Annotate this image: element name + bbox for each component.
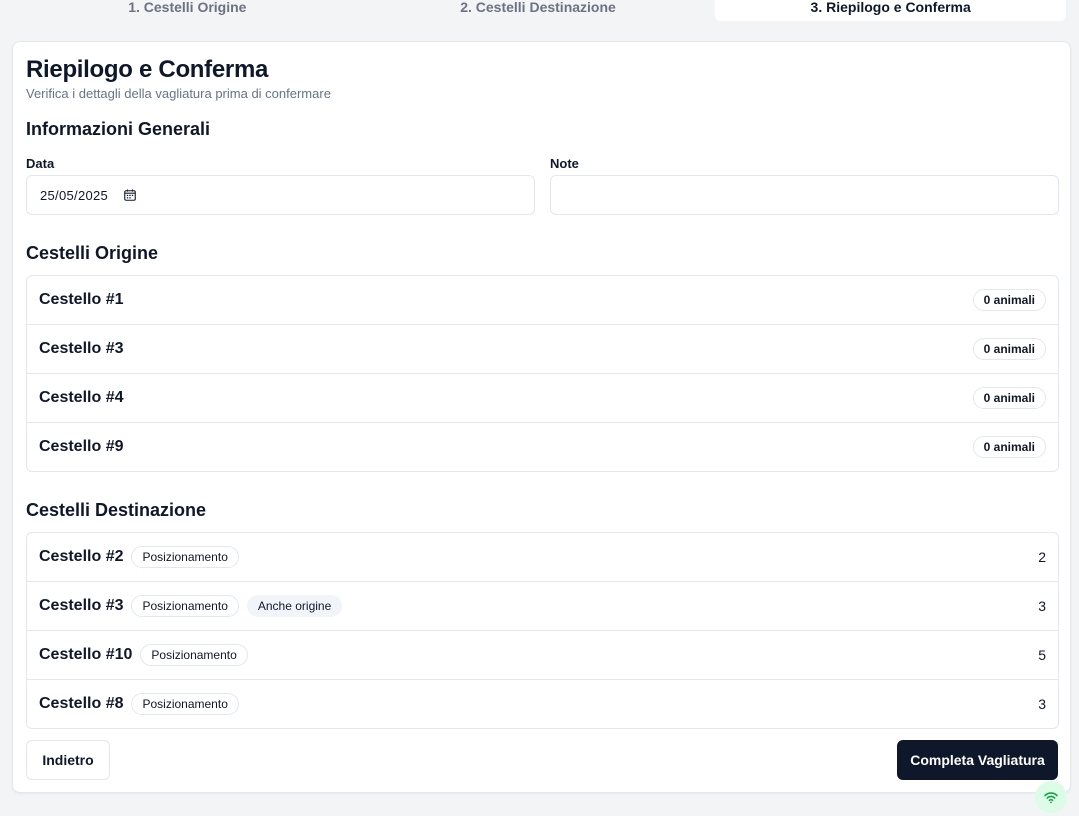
- list-item: Cestello #3 0 animali: [27, 325, 1058, 374]
- basket-count: 2: [1038, 549, 1046, 565]
- position-badge: Posizionamento: [131, 546, 239, 568]
- note-field[interactable]: [550, 175, 1059, 215]
- note-label: Note: [550, 156, 579, 171]
- basket-count: 3: [1038, 696, 1046, 712]
- position-badge: Posizionamento: [131, 693, 239, 715]
- basket-count: 3: [1038, 598, 1046, 614]
- date-value: 25/05/2025: [40, 187, 109, 203]
- complete-button[interactable]: Completa Vagliatura: [897, 740, 1058, 780]
- destination-list: Cestello #2 Posizionamento 2 Cestello #3…: [26, 532, 1059, 729]
- origin-heading: Cestelli Origine: [26, 243, 159, 263]
- back-button[interactable]: Indietro: [26, 740, 110, 780]
- basket-name: Cestello #3: [39, 597, 124, 614]
- list-item: Cestello #1 0 animali: [27, 276, 1058, 325]
- basket-name: Cestello #2: [39, 548, 124, 565]
- position-badge: Posizionamento: [131, 595, 239, 617]
- animal-count-badge: 0 animali: [972, 289, 1046, 311]
- list-item: Cestello #9 0 animali: [27, 423, 1058, 471]
- origin-list: Cestello #1 0 animali Cestello #3 0 anim…: [26, 275, 1059, 472]
- list-item: Cestello #8 Posizionamento 3: [27, 680, 1058, 728]
- date-label: Data: [26, 156, 55, 171]
- summary-card: Riepilogo e Conferma Verifica i dettagli…: [12, 41, 1071, 793]
- tab-summary-label: 3. Riepilogo e Conferma: [810, 0, 971, 15]
- list-item: Cestello #4 0 animali: [27, 374, 1058, 423]
- tab-origin-label: 1. Cestelli Origine: [128, 0, 247, 15]
- basket-name: Cestello #10: [39, 646, 133, 663]
- also-origin-badge: Anche origine: [246, 595, 343, 617]
- step-tabs: 1. Cestelli Origine 2. Cestelli Destinaz…: [12, 0, 1068, 21]
- animal-count-badge: 0 animali: [972, 338, 1046, 360]
- basket-name: Cestello #4: [39, 389, 124, 406]
- basket-name: Cestello #9: [39, 438, 124, 455]
- wifi-icon: [1035, 781, 1067, 813]
- tab-summary[interactable]: 3. Riepilogo e Conferma: [715, 0, 1067, 21]
- tab-origin[interactable]: 1. Cestelli Origine: [12, 0, 363, 21]
- basket-name: Cestello #1: [39, 291, 124, 308]
- animal-count-badge: 0 animali: [972, 387, 1046, 409]
- position-badge: Posizionamento: [140, 644, 248, 666]
- date-field[interactable]: 25/05/2025: [26, 175, 535, 215]
- basket-name: Cestello #8: [39, 695, 124, 712]
- page-subtitle: Verifica i dettagli della vagliatura pri…: [26, 86, 331, 101]
- basket-count: 5: [1038, 647, 1046, 663]
- basket-name: Cestello #3: [39, 340, 124, 357]
- tab-destination[interactable]: 2. Cestelli Destinazione: [363, 0, 714, 21]
- tab-destination-label: 2. Cestelli Destinazione: [460, 0, 616, 15]
- general-heading: Informazioni Generali: [26, 119, 211, 139]
- animal-count-badge: 0 animali: [972, 436, 1046, 458]
- page-title: Riepilogo e Conferma: [26, 56, 269, 83]
- list-item: Cestello #2 Posizionamento 2: [27, 533, 1058, 582]
- list-item: Cestello #3 Posizionamento Anche origine…: [27, 582, 1058, 631]
- calendar-icon[interactable]: [124, 189, 136, 201]
- list-item: Cestello #10 Posizionamento 5: [27, 631, 1058, 680]
- destination-heading: Cestelli Destinazione: [26, 500, 207, 520]
